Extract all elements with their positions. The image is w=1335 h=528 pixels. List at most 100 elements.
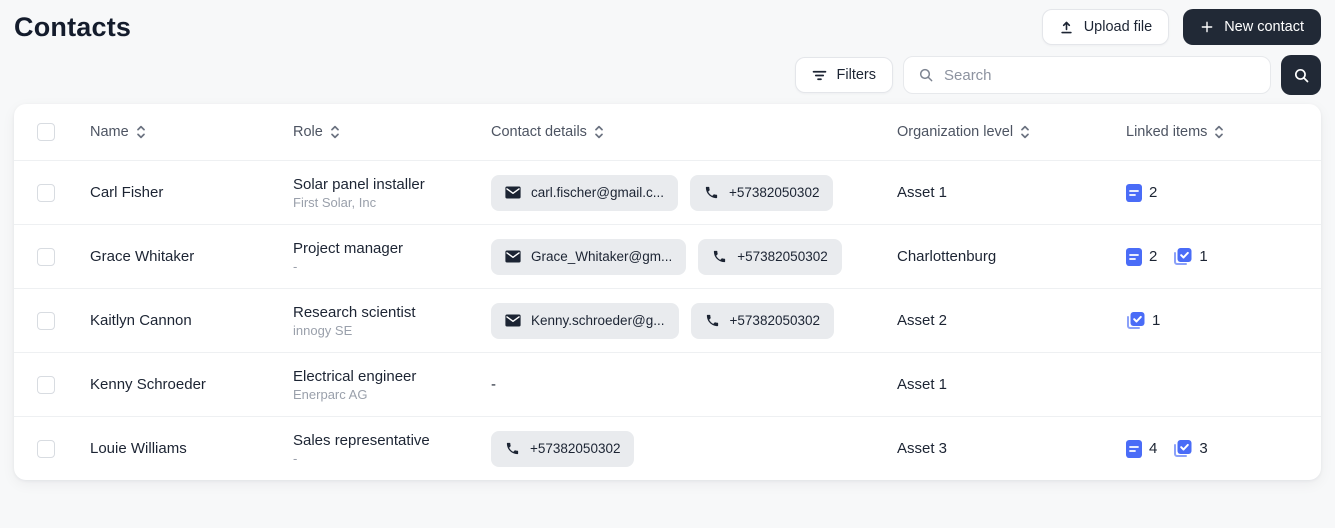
header-checkbox-cell	[14, 123, 90, 141]
email-text: carl.fischer@gmail.c...	[531, 185, 664, 200]
role-cell: Solar panel installer First Solar, Inc	[293, 175, 491, 211]
row-checkbox[interactable]	[37, 248, 55, 266]
phone-chip[interactable]: +57382050302	[491, 431, 634, 467]
contact-company: -	[293, 450, 479, 467]
row-checkbox-cell	[14, 440, 90, 458]
email-chip[interactable]: carl.fischer@gmail.c...	[491, 175, 678, 211]
filter-bar: Filters	[14, 52, 1321, 104]
column-header: Linked items	[1126, 123, 1321, 141]
column-header: Name	[90, 123, 293, 141]
organization-level-cell: Asset 2	[897, 312, 1126, 330]
phone-icon	[704, 185, 719, 200]
filters-label: Filters	[837, 67, 876, 83]
email-text: Grace_Whitaker@gm...	[531, 249, 672, 264]
tasks-count: 1	[1152, 312, 1160, 329]
upload-file-button[interactable]: Upload file	[1042, 9, 1170, 45]
column-header-sort[interactable]: Name	[90, 124, 146, 140]
document-icon	[1126, 248, 1142, 266]
organization-level: Asset 1	[897, 376, 947, 393]
organization-level-cell: Charlottenburg	[897, 248, 1126, 266]
table-row[interactable]: Grace Whitaker Project manager - Grace_W…	[14, 224, 1321, 288]
contact-role: Electrical engineer	[293, 367, 479, 386]
topbar-actions: Upload file New contact	[1042, 9, 1321, 45]
phone-text: +57382050302	[530, 441, 620, 456]
column-header-sort[interactable]: Contact details	[491, 124, 604, 140]
document-icon	[1126, 440, 1142, 458]
linked-items-cell: 1	[1126, 311, 1321, 330]
top-bar: Contacts Upload file New contact	[14, 0, 1321, 52]
linked-tasks[interactable]: 3	[1173, 439, 1207, 458]
envelope-icon	[505, 314, 521, 327]
table-row[interactable]: Kenny Schroeder Electrical engineer Ener…	[14, 352, 1321, 416]
phone-text: +57382050302	[737, 249, 827, 264]
search-field[interactable]	[903, 56, 1271, 94]
linked-tasks[interactable]: 1	[1173, 247, 1207, 266]
phone-chip[interactable]: +57382050302	[691, 303, 834, 339]
contact-chips: +57382050302	[491, 431, 885, 467]
role-cell: Research scientist innogy SE	[293, 303, 491, 339]
linked-items-cell: 2	[1126, 184, 1321, 202]
column-header-label: Contact details	[491, 124, 587, 140]
email-chip[interactable]: Grace_Whitaker@gm...	[491, 239, 686, 275]
column-header-label: Name	[90, 124, 129, 140]
row-checkbox[interactable]	[37, 184, 55, 202]
contact-details-cell: Grace_Whitaker@gm... +57382050302	[491, 239, 897, 275]
search-icon	[918, 67, 934, 83]
contact-company: innogy SE	[293, 322, 479, 339]
row-checkbox[interactable]	[37, 376, 55, 394]
row-checkbox-cell	[14, 248, 90, 266]
sort-chevrons-icon	[136, 125, 146, 139]
document-icon	[1126, 184, 1142, 202]
linked-documents[interactable]: 2	[1126, 184, 1157, 202]
search-icon	[1293, 67, 1310, 84]
contact-name: Grace Whitaker	[90, 248, 194, 265]
contact-name: Carl Fisher	[90, 184, 163, 201]
documents-count: 2	[1149, 248, 1157, 265]
search-submit-button[interactable]	[1281, 55, 1321, 95]
task-check-icon	[1173, 247, 1192, 266]
contact-chips: Kenny.schroeder@g... +57382050302	[491, 303, 885, 339]
contact-name: Kenny Schroeder	[90, 376, 206, 393]
role-cell: Electrical engineer Enerparc AG	[293, 367, 491, 403]
row-checkbox[interactable]	[37, 312, 55, 330]
contact-chips: carl.fischer@gmail.c... +57382050302	[491, 175, 885, 211]
envelope-icon	[505, 186, 521, 199]
column-header: Role	[293, 123, 491, 141]
organization-level: Asset 1	[897, 184, 947, 201]
column-header-label: Role	[293, 124, 323, 140]
filter-icon	[812, 69, 827, 82]
select-all-checkbox[interactable]	[37, 123, 55, 141]
table-row[interactable]: Kaitlyn Cannon Research scientist innogy…	[14, 288, 1321, 352]
column-header-sort[interactable]: Role	[293, 124, 340, 140]
row-checkbox[interactable]	[37, 440, 55, 458]
linked-items-cell: 4 3	[1126, 439, 1321, 458]
table-row[interactable]: Louie Williams Sales representative - +5…	[14, 416, 1321, 480]
column-header-sort[interactable]: Organization level	[897, 124, 1030, 140]
sort-chevrons-icon	[1020, 125, 1030, 139]
contact-company: -	[293, 258, 479, 275]
email-chip[interactable]: Kenny.schroeder@g...	[491, 303, 679, 339]
linked-tasks[interactable]: 1	[1126, 311, 1160, 330]
contact-empty-dash: -	[491, 376, 496, 393]
column-header-sort[interactable]: Linked items	[1126, 124, 1224, 140]
phone-chip[interactable]: +57382050302	[698, 239, 841, 275]
new-contact-button[interactable]: New contact	[1183, 9, 1321, 45]
linked-documents[interactable]: 2	[1126, 248, 1157, 266]
organization-level-cell: Asset 1	[897, 184, 1126, 202]
organization-level: Charlottenburg	[897, 248, 996, 265]
table-row[interactable]: Carl Fisher Solar panel installer First …	[14, 160, 1321, 224]
row-checkbox-cell	[14, 312, 90, 330]
linked-items: 2	[1126, 184, 1309, 202]
filters-button[interactable]: Filters	[795, 57, 893, 93]
table-header-row: Name Role Contact details	[14, 104, 1321, 160]
search-input[interactable]	[944, 67, 1256, 84]
upload-file-label: Upload file	[1084, 19, 1153, 35]
contact-role: Solar panel installer	[293, 175, 479, 194]
contact-details-cell: carl.fischer@gmail.c... +57382050302	[491, 175, 897, 211]
phone-chip[interactable]: +57382050302	[690, 175, 833, 211]
task-check-icon	[1173, 439, 1192, 458]
linked-documents[interactable]: 4	[1126, 440, 1157, 458]
sort-chevrons-icon	[330, 125, 340, 139]
linked-items: 2 1	[1126, 247, 1309, 266]
column-header: Contact details	[491, 123, 897, 141]
